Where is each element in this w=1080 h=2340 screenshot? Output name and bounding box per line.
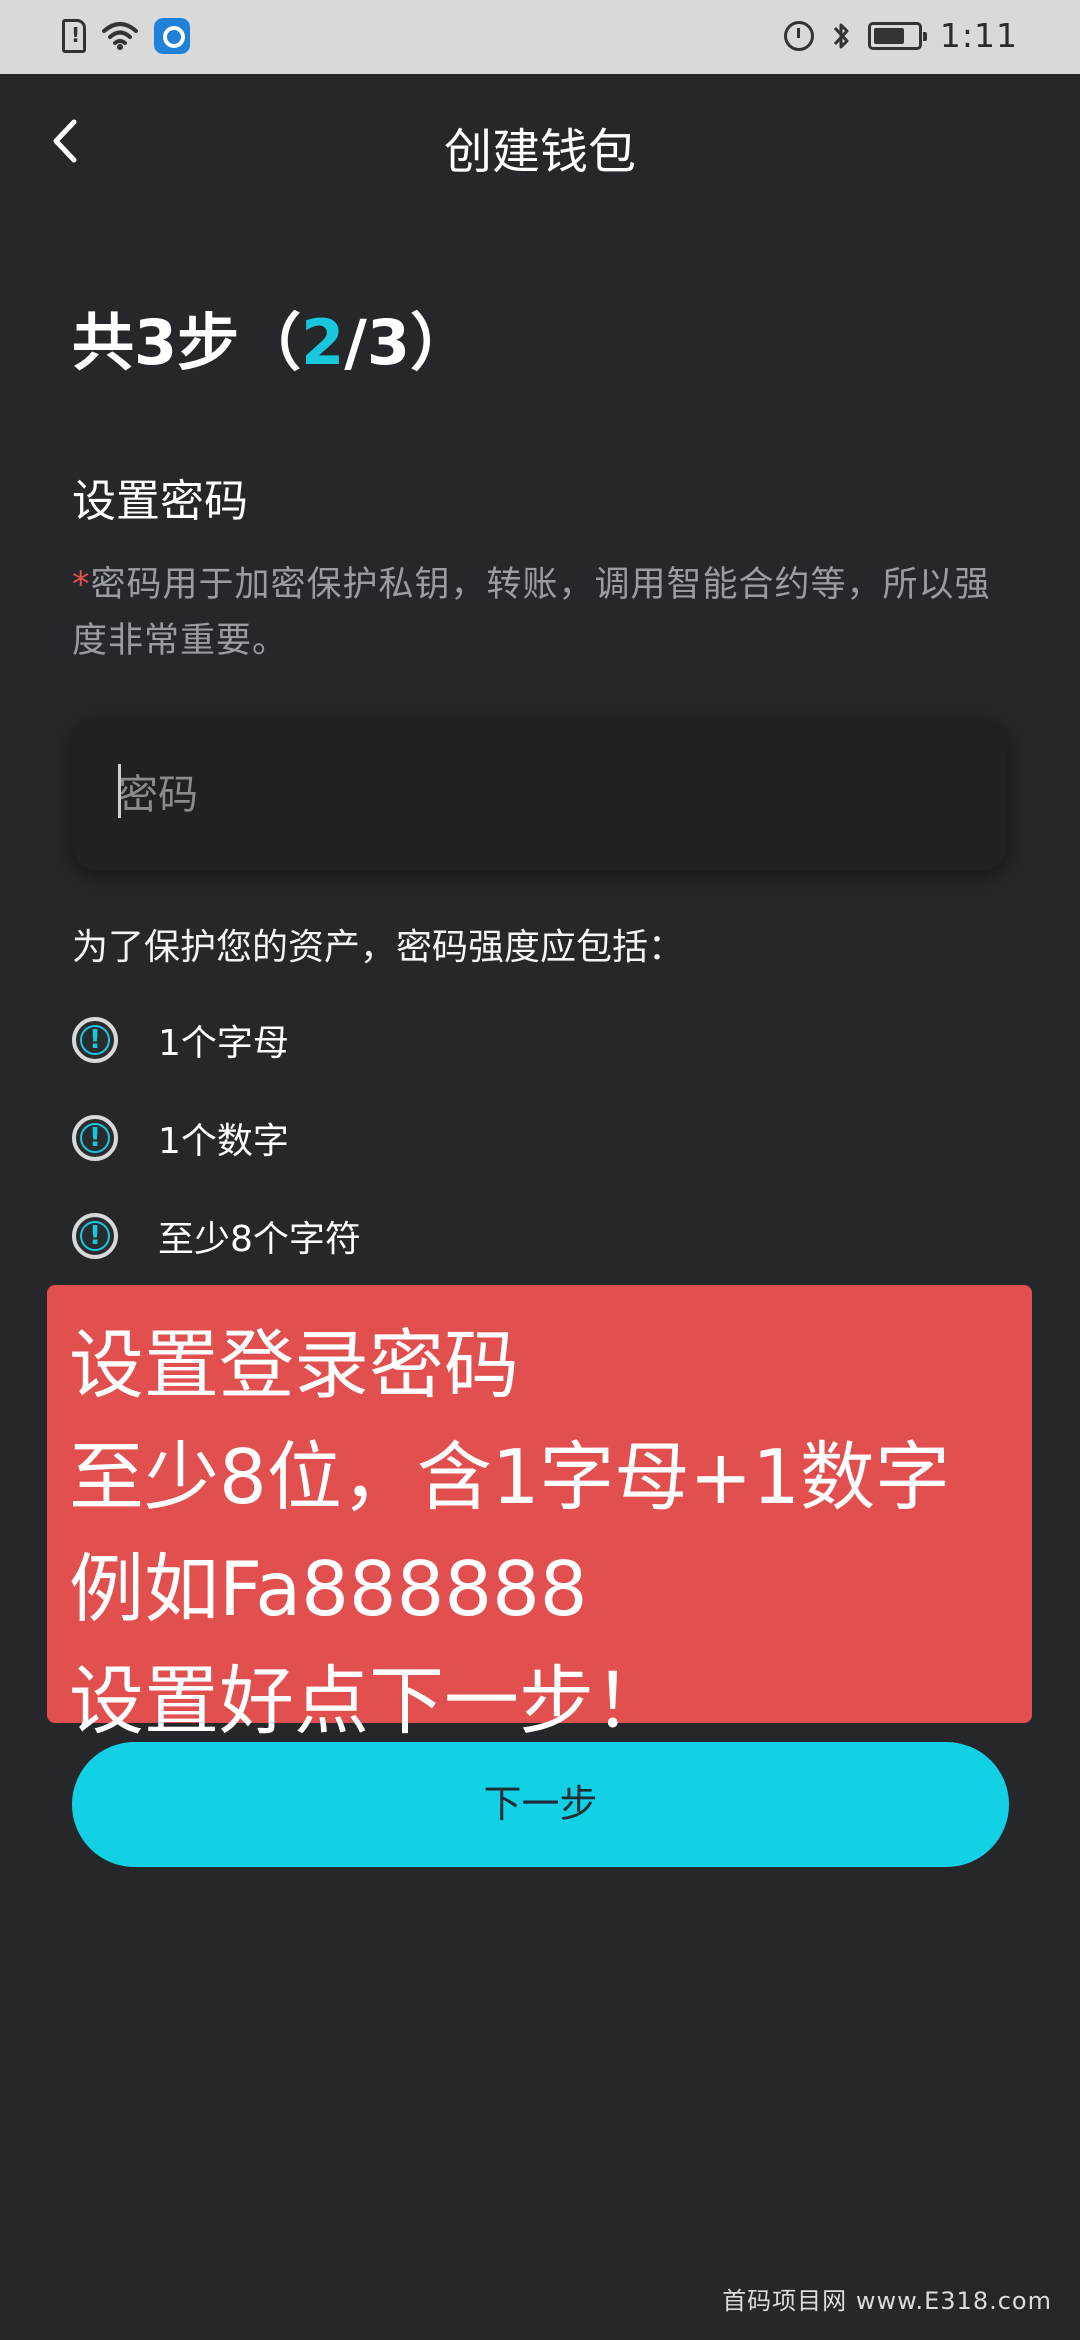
status-left-icons [62, 18, 190, 54]
overlay-line: 设置登录密码 [69, 1321, 520, 1409]
password-section-title: 设置密码 [72, 476, 248, 527]
status-bar: 1:11 [0, 0, 1080, 74]
requirement-number: ! 1个数字 [72, 1110, 289, 1166]
sim-alert-icon [62, 19, 86, 53]
requirement-length-text: 至少8个字符 [158, 1219, 361, 1260]
requirement-letter-text: 1个字母 [158, 1023, 289, 1064]
password-field-container[interactable] [72, 718, 1007, 870]
step-progress: 共3步（2/3） [72, 292, 472, 382]
warning-icon: ! [72, 1213, 118, 1259]
next-button[interactable]: 下一步 [72, 1742, 1009, 1867]
warning-icon: ! [72, 1017, 118, 1063]
top-app-bar: 创建钱包 [0, 74, 1080, 214]
requirement-number-text: 1个数字 [158, 1121, 289, 1162]
warning-icon: ! [72, 1115, 118, 1161]
required-star: * [72, 565, 91, 605]
text-caret [118, 764, 121, 818]
password-requirements-title: 为了保护您的资产，密码强度应包括： [72, 927, 685, 968]
instruction-overlay: 设置登录密码 至少8位，含1字母+1数字 例如Fa888888 设置好点下一步！ [47, 1285, 1032, 1745]
requirement-length: ! 至少8个字符 [72, 1208, 361, 1264]
overlay-line: 设置好点下一步！ [69, 1657, 670, 1745]
current-step-number: 2 [301, 306, 345, 379]
status-time: 1:11 [939, 16, 1018, 55]
step-suffix: /3） [344, 306, 473, 379]
alarm-icon [783, 20, 814, 51]
overlay-line: 至少8位，含1字母+1数字 [69, 1433, 950, 1521]
overlay-line: 例如Fa888888 [69, 1545, 588, 1633]
requirement-letter: ! 1个字母 [72, 1012, 289, 1068]
password-description-text: 密码用于加密保护私钥，转账，调用智能合约等，所以强度非常重要。 [72, 565, 991, 661]
app-notification-icon [154, 18, 190, 54]
battery-icon [867, 21, 927, 50]
status-right-icons: 1:11 [783, 16, 1018, 55]
password-description: *密码用于加密保护私钥，转账，调用智能合约等，所以强度非常重要。 [72, 557, 1012, 669]
page-title: 创建钱包 [443, 124, 636, 180]
bluetooth-icon [832, 19, 850, 53]
watermark: 首码项目网 www.E318.com [722, 2287, 1052, 2315]
wifi-icon [100, 21, 140, 51]
step-prefix: 共3步（ [72, 306, 302, 379]
password-input[interactable] [116, 762, 960, 828]
